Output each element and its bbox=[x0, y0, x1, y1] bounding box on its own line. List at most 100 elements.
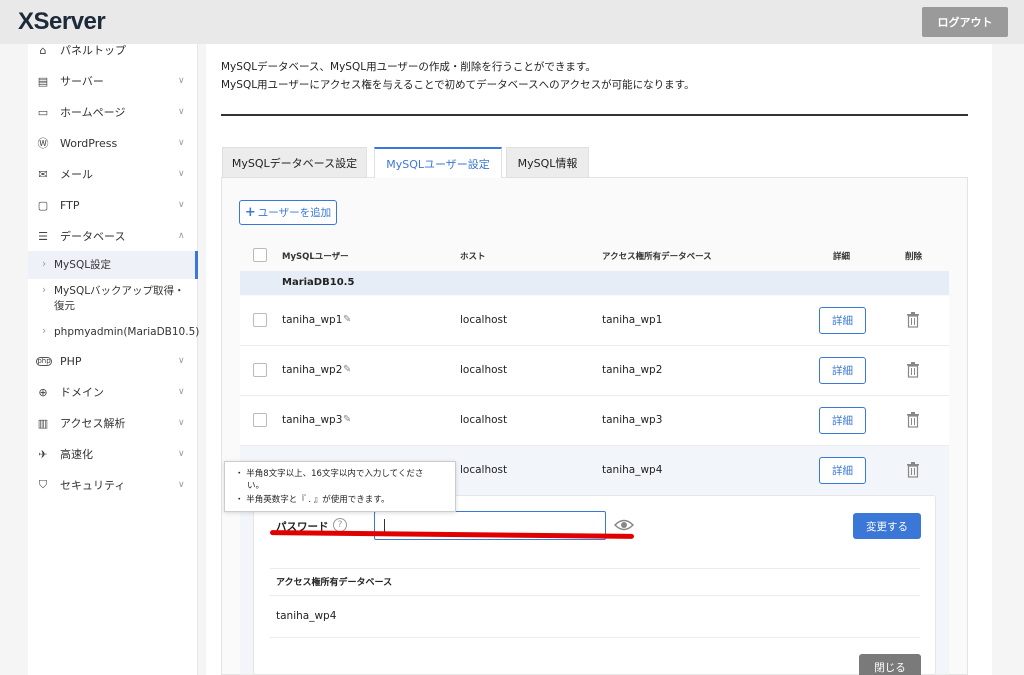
sidebar-item-label: 高速化 bbox=[60, 448, 93, 461]
sidebar-item-speedup[interactable]: ✈ 高速化 ∨ bbox=[28, 440, 198, 468]
divider bbox=[270, 637, 920, 638]
description-line-1: MySQLデータベース、MySQL用ユーザーの作成・削除を行うことができます。 bbox=[221, 61, 596, 73]
divider bbox=[270, 568, 920, 569]
sidebar-item-access-analytics[interactable]: ▥ アクセス解析 ∨ bbox=[28, 409, 198, 437]
row-user: taniha_wp3 bbox=[282, 414, 343, 426]
sidebar-subitem-mysql-settings[interactable]: › MySQL設定 bbox=[28, 251, 198, 279]
row-checkbox[interactable] bbox=[253, 313, 267, 327]
db-section-header: アクセス権所有データベース bbox=[276, 578, 393, 588]
sidebar-item-mail[interactable]: ✉ メール ∨ bbox=[28, 160, 198, 188]
pencil-icon[interactable]: ✎ bbox=[343, 414, 351, 425]
column-header-user: MySQLユーザー bbox=[282, 252, 349, 262]
chevron-down-icon: ∨ bbox=[178, 169, 185, 179]
sidebar-item-php[interactable]: php PHP ∨ bbox=[28, 347, 198, 375]
group-row: MariaDB10.5 bbox=[240, 271, 949, 295]
eye-icon[interactable] bbox=[614, 518, 634, 532]
plus-icon: + bbox=[244, 205, 256, 220]
chevron-down-icon: ∨ bbox=[178, 107, 185, 117]
sidebar: ⌂ パネルトップ ▤ サーバー ∨ ▭ ホームページ ∨ Ⓦ WordPress… bbox=[28, 44, 200, 675]
row-user: taniha_wp2 bbox=[282, 364, 343, 376]
sidebar-item-label: ホームページ bbox=[60, 106, 126, 119]
row-database: taniha_wp1 bbox=[602, 314, 663, 326]
group-label: MariaDB10.5 bbox=[282, 277, 355, 288]
detail-button[interactable]: 詳細 bbox=[819, 307, 866, 334]
mail-icon: ✉ bbox=[38, 167, 48, 181]
row-database: taniha_wp2 bbox=[602, 364, 663, 376]
chevron-right-icon: › bbox=[42, 258, 47, 270]
database-icon: ☰ bbox=[38, 229, 48, 243]
trash-icon[interactable] bbox=[906, 312, 920, 328]
logout-button[interactable]: ログアウト bbox=[922, 7, 1008, 37]
chevron-down-icon: ∨ bbox=[178, 387, 185, 397]
row-checkbox[interactable] bbox=[253, 413, 267, 427]
sidebar-subitem-label: MySQLバックアップ取得・復元 bbox=[54, 285, 185, 312]
sidebar-item-security[interactable]: ⛉ セキュリティ ∨ bbox=[28, 471, 198, 499]
sidebar-item-database[interactable]: ☰ データベース ∧ bbox=[28, 222, 198, 250]
sidebar-item-label: セキュリティ bbox=[60, 479, 126, 492]
monitor-icon: ▢ bbox=[37, 198, 49, 212]
detail-button[interactable]: 詳細 bbox=[819, 457, 866, 484]
sidebar-item-panel-top[interactable]: ⌂ パネルトップ bbox=[28, 36, 198, 64]
divider bbox=[221, 114, 968, 116]
browser-icon: ▭ bbox=[37, 105, 49, 119]
row-checkbox[interactable] bbox=[253, 363, 267, 377]
tooltip-line: い。 bbox=[247, 481, 265, 491]
sidebar-subitem-mysql-backup[interactable]: › MySQLバックアップ取得・復元 bbox=[28, 282, 198, 316]
tooltip-line: ・ 半角8文字以上、16文字以内で入力してくださ bbox=[235, 469, 424, 479]
description-line-2: MySQL用ユーザーにアクセス権を与えることで初めてデータベースへのアクセスが可… bbox=[221, 79, 695, 91]
trash-icon[interactable] bbox=[906, 462, 920, 478]
sidebar-item-wordpress[interactable]: Ⓦ WordPress ∨ bbox=[28, 129, 198, 157]
php-icon: php bbox=[36, 356, 52, 366]
password-help-tooltip: ・ 半角8文字以上、16文字以内で入力してくださ い。 ・ 半角英数字と『 . … bbox=[224, 461, 456, 512]
column-header-delete: 削除 bbox=[905, 252, 923, 262]
row-host: localhost bbox=[460, 464, 508, 476]
change-password-button[interactable]: 変更する bbox=[853, 513, 921, 539]
chevron-down-icon: ∨ bbox=[178, 200, 185, 210]
sidebar-item-label: アクセス解析 bbox=[60, 417, 126, 430]
close-button[interactable]: 閉じる bbox=[859, 654, 921, 675]
tab-mysql-user-settings[interactable]: MySQLユーザー設定 bbox=[374, 147, 502, 178]
pencil-icon[interactable]: ✎ bbox=[343, 364, 351, 375]
chevron-right-icon: › bbox=[42, 284, 47, 296]
detail-button[interactable]: 詳細 bbox=[819, 407, 866, 434]
column-header-database: アクセス権所有データベース bbox=[602, 252, 712, 262]
sidebar-item-label: ドメイン bbox=[60, 386, 104, 399]
speed-icon: ✈ bbox=[38, 447, 48, 461]
sidebar-item-label: FTP bbox=[60, 198, 80, 212]
detail-button[interactable]: 詳細 bbox=[819, 357, 866, 384]
sidebar-subitem-label: MySQL設定 bbox=[54, 259, 112, 271]
row-database: taniha_wp4 bbox=[602, 464, 663, 476]
sidebar-item-label: PHP bbox=[60, 354, 82, 368]
sidebar-item-label: サーバー bbox=[60, 75, 104, 88]
add-user-label: ユーザーを追加 bbox=[257, 207, 332, 219]
sidebar-item-server[interactable]: ▤ サーバー ∨ bbox=[28, 67, 198, 95]
row-host: localhost bbox=[460, 414, 508, 426]
row-host: localhost bbox=[460, 314, 508, 326]
sidebar-item-homepage[interactable]: ▭ ホームページ ∨ bbox=[28, 98, 198, 126]
server-icon: ▤ bbox=[37, 74, 49, 88]
sidebar-subitem-label: phpmyadmin(MariaDB10.5) bbox=[54, 326, 200, 338]
column-header-host: ホスト bbox=[460, 252, 486, 262]
tab-mysql-database-settings[interactable]: MySQLデータベース設定 bbox=[222, 147, 367, 178]
sidebar-subitem-phpmyadmin[interactable]: › phpmyadmin(MariaDB10.5) bbox=[28, 323, 200, 343]
add-user-button[interactable]: + ユーザーを追加 bbox=[239, 200, 337, 225]
pencil-icon[interactable]: ✎ bbox=[343, 314, 351, 325]
globe-icon: ⊕ bbox=[38, 385, 48, 399]
wordpress-icon: Ⓦ bbox=[37, 137, 49, 150]
trash-icon[interactable] bbox=[906, 412, 920, 428]
xserver-logo[interactable]: XServer bbox=[18, 8, 106, 36]
chevron-down-icon: ∨ bbox=[178, 418, 185, 428]
sidebar-item-domain[interactable]: ⊕ ドメイン ∨ bbox=[28, 378, 198, 406]
chevron-down-icon: ∨ bbox=[178, 138, 185, 148]
divider bbox=[270, 595, 920, 596]
tab-mysql-info[interactable]: MySQL情報 bbox=[506, 147, 589, 178]
select-all-checkbox[interactable] bbox=[253, 248, 267, 262]
sidebar-item-label: データベース bbox=[60, 230, 126, 243]
trash-icon[interactable] bbox=[906, 362, 920, 378]
column-header-detail: 詳細 bbox=[833, 252, 851, 262]
chevron-down-icon: ∨ bbox=[178, 449, 185, 459]
chevron-down-icon: ∨ bbox=[178, 76, 185, 86]
sidebar-item-label: メール bbox=[60, 168, 93, 181]
sidebar-item-label: WordPress bbox=[60, 136, 118, 150]
sidebar-item-ftp[interactable]: ▢ FTP ∨ bbox=[28, 191, 198, 219]
